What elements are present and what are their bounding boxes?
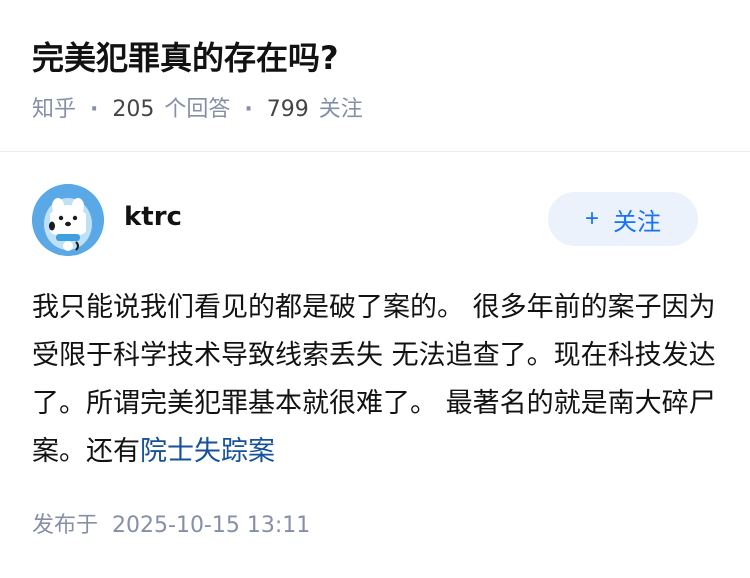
publish-label: 发布于 bbox=[32, 513, 99, 538]
follower-count: 799 bbox=[266, 97, 309, 122]
avatar[interactable] bbox=[32, 184, 104, 256]
question-meta: 知乎 · 205 个回答 · 799 关注 bbox=[32, 94, 718, 126]
follow-button-label: 关注 bbox=[613, 208, 661, 236]
author-row: ktrc + 关注 bbox=[32, 184, 698, 256]
answer-body: 我只能说我们看见的都是破了案的。 很多年前的案子因为受限于科学技术导致线索丢失 … bbox=[32, 284, 722, 476]
question-title[interactable]: 完美犯罪真的存在吗? bbox=[32, 34, 718, 82]
source-label[interactable]: 知乎 bbox=[32, 94, 76, 126]
answer-link[interactable]: 院士失踪案 bbox=[140, 436, 275, 467]
question-header: 完美犯罪真的存在吗? 知乎 · 205 个回答 · 799 关注 bbox=[32, 34, 718, 126]
answer-text: 我只能说我们看见的都是破了案的。 很多年前的案子因为受限于科学技术导致线索丢失 … bbox=[32, 292, 716, 467]
publish-info: 发布于 2025-10-15 13:11 bbox=[32, 510, 310, 542]
dog-avatar-icon bbox=[32, 184, 104, 256]
author-name[interactable]: ktrc bbox=[124, 200, 182, 234]
publish-date: 2025-10-15 13:11 bbox=[112, 513, 311, 538]
meta-separator: · bbox=[244, 97, 253, 122]
follow-button[interactable]: + 关注 bbox=[548, 192, 698, 246]
meta-separator: · bbox=[90, 97, 99, 122]
plus-icon: + bbox=[584, 205, 599, 232]
divider bbox=[0, 151, 750, 152]
answer-count: 205 bbox=[112, 97, 155, 122]
follower-count-label: 关注 bbox=[318, 97, 363, 122]
answer-count-label: 个回答 bbox=[164, 97, 231, 122]
